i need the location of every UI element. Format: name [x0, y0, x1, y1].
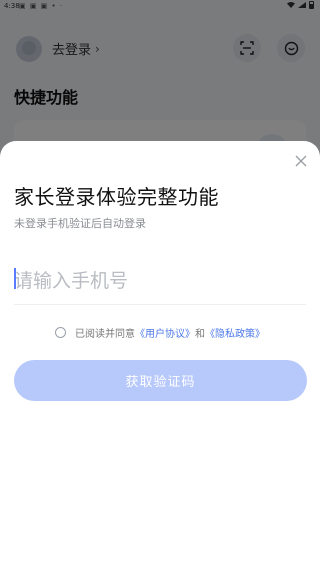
agreement-checkbox[interactable] [55, 327, 66, 338]
login-bottom-sheet: 家长登录体验完整功能 未登录手机验证后自动登录 已阅读并同意 《用户协议》 和 … [0, 141, 320, 569]
app-screen: 4:38 ▣ ▣ ▣ • · 去登录 › 快捷功能 [0, 0, 320, 569]
close-icon [295, 155, 307, 167]
privacy-policy-link[interactable]: 《隐私政策》 [205, 325, 265, 340]
agreement-row: 已阅读并同意 《用户协议》 和 《隐私政策》 [55, 325, 265, 340]
sheet-subtitle: 未登录手机验证后自动登录 [14, 217, 146, 230]
get-code-button[interactable]: 获取验证码 [14, 360, 307, 401]
phone-input[interactable] [14, 263, 306, 299]
agreement-and: 和 [195, 329, 205, 340]
input-underline [14, 304, 306, 305]
user-agreement-link[interactable]: 《用户协议》 [135, 325, 195, 340]
sheet-title: 家长登录体验完整功能 [14, 185, 219, 209]
agreement-prefix: 已阅读并同意 [75, 329, 135, 340]
text-caret [14, 268, 16, 289]
close-button[interactable] [293, 153, 309, 169]
